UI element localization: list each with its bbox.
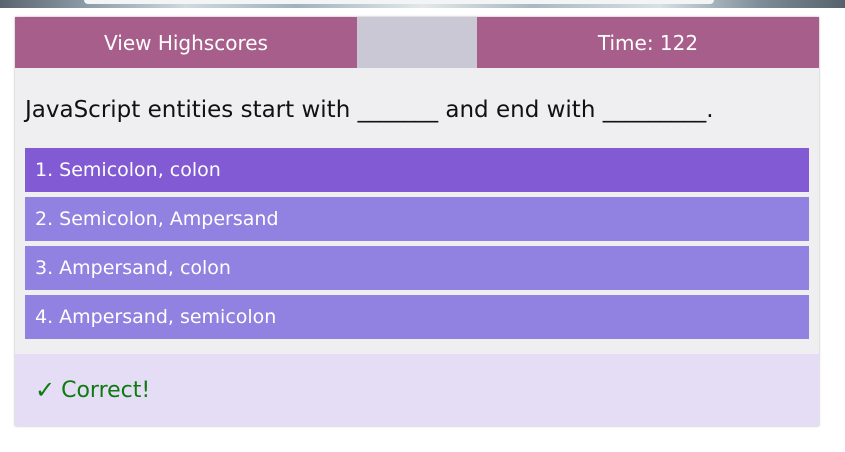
view-highscores-button[interactable]: View Highscores (15, 17, 357, 68)
header-spacer (357, 17, 477, 68)
check-icon: ✓ (35, 376, 56, 404)
quiz-card: View Highscores Time: 122 JavaScript ent… (15, 17, 819, 426)
answer-option-3[interactable]: 3. Ampersand, colon (25, 246, 809, 290)
feedback-panel: ✓ Correct! (15, 354, 819, 426)
question-text: JavaScript entities start with _______ a… (25, 97, 714, 123)
answer-option-2[interactable]: 2. Semicolon, Ampersand (25, 197, 809, 241)
timer-display: Time: 122 (477, 17, 819, 68)
answer-list: 1. Semicolon, colon 2. Semicolon, Ampers… (25, 148, 809, 344)
browser-url-bar (84, 0, 714, 4)
answer-option-4[interactable]: 4. Ampersand, semicolon (25, 295, 809, 339)
answer-option-1[interactable]: 1. Semicolon, colon (25, 148, 809, 192)
feedback-text: Correct! (61, 377, 151, 403)
quiz-header: View Highscores Time: 122 (15, 17, 819, 68)
